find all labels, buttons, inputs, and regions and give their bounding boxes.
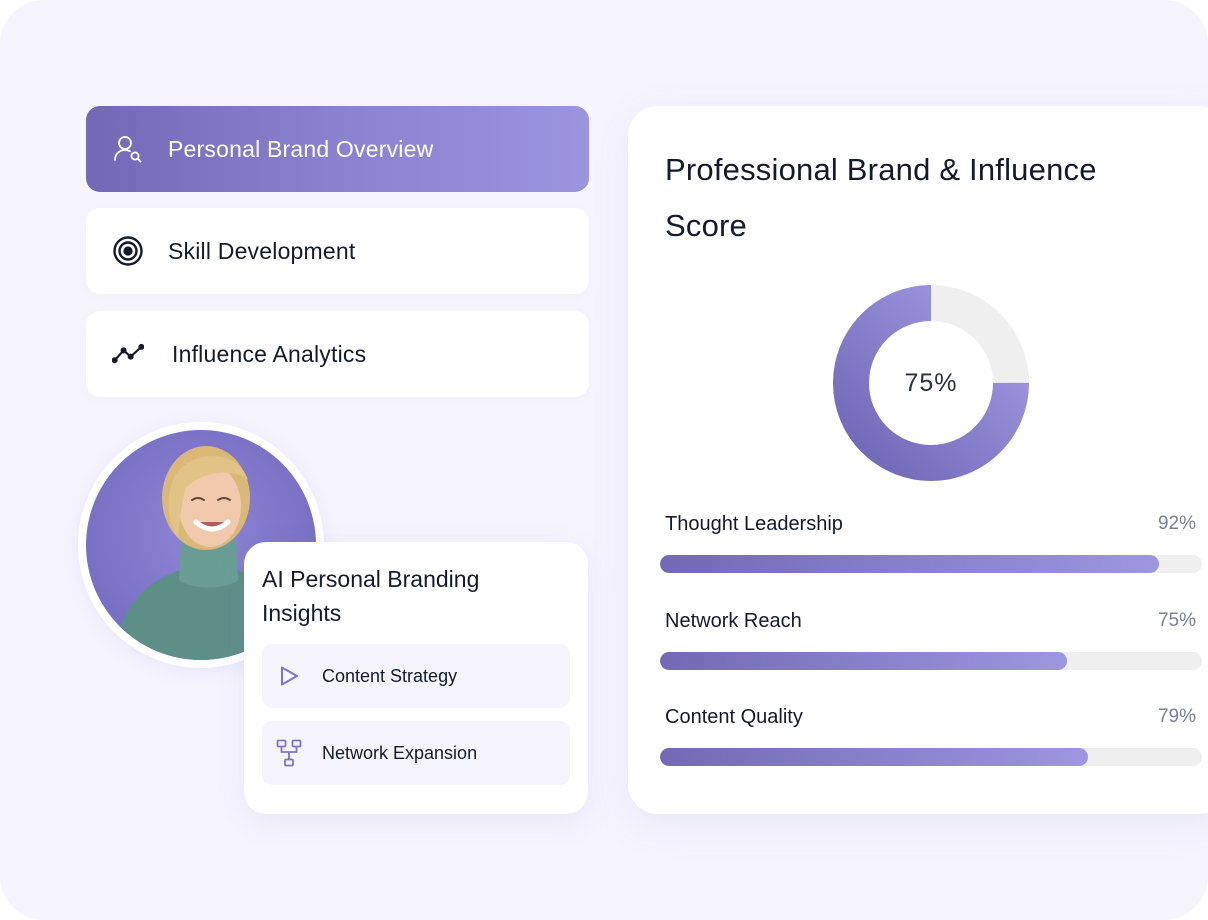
insight-item-network-expansion[interactable]: Network Expansion (262, 721, 570, 785)
target-icon (112, 235, 144, 267)
user-search-icon (112, 133, 144, 165)
progress-fill (660, 748, 1089, 766)
insight-item-label: Network Expansion (322, 742, 478, 763)
score-title: Professional Brand & Influence Score (665, 152, 1097, 243)
network-tree-icon (276, 739, 302, 767)
insight-item-content-strategy[interactable]: Content Strategy (262, 644, 570, 708)
nav-item-influence-analytics[interactable]: Influence Analytics (86, 311, 589, 397)
nav-label: Influence Analytics (172, 340, 367, 367)
progress-fill (660, 652, 1067, 670)
progress-fill (660, 555, 1159, 573)
nav-item-skill-development[interactable]: Skill Development (86, 208, 589, 294)
nav-item-personal-brand-overview[interactable]: Personal Brand Overview (86, 106, 589, 192)
insight-item-label: Content Strategy (322, 665, 458, 686)
score-donut: 75% (832, 284, 1030, 482)
insights-title: AI Personal Branding Insights (262, 566, 480, 626)
metric-value: 92% (1157, 513, 1196, 534)
progress-track (660, 555, 1202, 573)
dashboard-canvas: Personal Brand Overview Skill Developmen… (0, 0, 1208, 920)
score-panel: Professional Brand & Influence Score 75%… (628, 106, 1208, 814)
trend-line-icon (112, 338, 144, 370)
metric-label: Content Quality (665, 706, 803, 728)
progress-track (660, 652, 1202, 670)
metric-label: Thought Leadership (665, 513, 843, 535)
progress-track (660, 748, 1202, 766)
metric-value: 75% (1157, 610, 1196, 631)
play-icon (276, 663, 302, 689)
nav-label: Skill Development (168, 237, 356, 264)
metric-label: Network Reach (665, 610, 802, 632)
donut-value-label: 75% (904, 368, 958, 397)
insights-card: AI Personal Branding Insights Content St… (244, 542, 588, 814)
nav-label: Personal Brand Overview (168, 135, 434, 162)
metric-value: 79% (1157, 706, 1196, 727)
